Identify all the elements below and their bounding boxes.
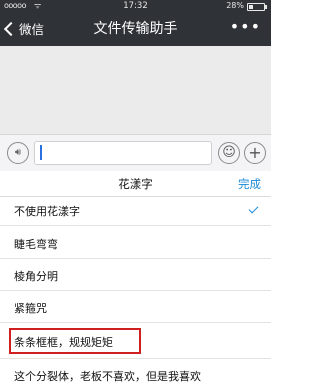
option-label: 条条框框，规规矩矩 — [14, 336, 113, 349]
top-bar: ooooo ᯤ 17:32 28% 微信 文件传输助手 ••• — [0, 0, 271, 46]
option-label: 睫毛弯弯 — [14, 238, 58, 251]
option-label: 这个分裂体，老板不喜欢，但是我喜欢 — [14, 370, 201, 383]
nav-bar: 微信 文件传输助手 ••• — [0, 12, 271, 46]
option-style-1[interactable]: 睫毛弯弯 — [0, 230, 271, 259]
checkmark-icon — [248, 203, 259, 214]
option-style-3[interactable]: 紧箍咒 — [0, 294, 271, 323]
option-none[interactable]: 不使用花漾字 — [0, 197, 271, 226]
option-label: 棱角分明 — [14, 270, 58, 283]
message-input[interactable] — [34, 141, 212, 165]
more-button[interactable]: ••• — [230, 17, 261, 36]
done-button[interactable]: 完成 — [238, 176, 261, 192]
chat-area — [0, 46, 271, 134]
emoji-icon[interactable]: ☺ — [218, 142, 240, 164]
option-label: 不使用花漾字 — [14, 205, 80, 218]
picker-header: 花漾字 完成 — [0, 171, 271, 197]
voice-icon[interactable]: 🔊︎ — [7, 142, 29, 164]
option-style-4[interactable]: 条条框框，规规矩矩 — [0, 326, 271, 359]
plus-icon[interactable]: + — [244, 142, 266, 164]
picker-title: 花漾字 — [118, 177, 153, 191]
option-style-5[interactable]: 这个分裂体，老板不喜欢，但是我喜欢 — [0, 362, 271, 390]
option-label: 紧箍咒 — [14, 302, 47, 315]
option-style-2[interactable]: 棱角分明 — [0, 262, 271, 291]
status-bar: ooooo ᯤ 17:32 28% — [0, 0, 271, 12]
battery-percent: 28% — [226, 1, 244, 10]
input-bar: 🔊︎ ☺ + — [0, 134, 271, 172]
battery-icon — [247, 3, 267, 11]
text-caret — [40, 145, 42, 160]
